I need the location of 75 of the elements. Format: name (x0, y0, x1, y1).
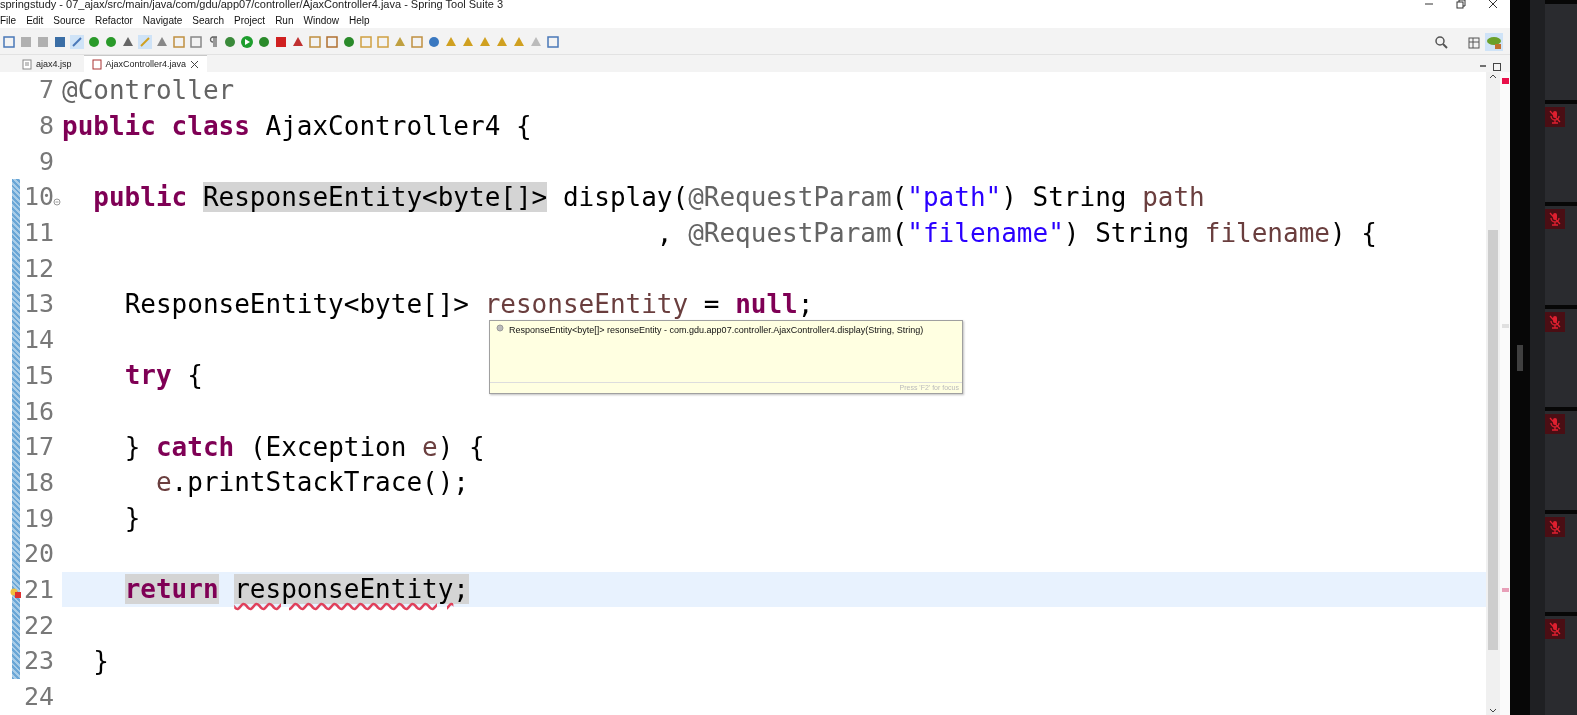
menu-item[interactable]: Navigate (137, 15, 188, 26)
video-tile[interactable] (1545, 103, 1577, 203)
line-number: 22 (22, 610, 54, 640)
stop-icon[interactable] (274, 35, 288, 49)
line-number: 24 (22, 682, 54, 712)
editor-tab[interactable]: ajax4.jsp (14, 55, 80, 72)
line-number: 8 (37, 111, 54, 141)
close-icon[interactable] (190, 59, 200, 69)
run-icon[interactable] (240, 35, 254, 49)
scroll-down-icon[interactable] (1488, 707, 1498, 715)
menu-item[interactable]: Search (187, 15, 229, 26)
code-line: } catch (Exception e) { (123, 430, 485, 464)
line-number: 7 (37, 75, 54, 105)
menu-item[interactable]: Edit (21, 15, 49, 26)
menu-item[interactable]: Help (344, 15, 375, 26)
menu-item[interactable]: Window (298, 15, 345, 26)
muted-microphone-icon[interactable] (1545, 311, 1565, 332)
variable-icon (496, 324, 504, 332)
line-number: 11 (22, 218, 54, 248)
menu-item[interactable]: Source (48, 15, 91, 26)
error-marker[interactable] (1501, 588, 1509, 592)
line-number: 21 (22, 574, 54, 604)
menu-item[interactable]: File (0, 15, 22, 26)
window-title: springstudy - 07_ajax/src/main/java/com/gdu/app07/controller/AjaxController4.java - Spring Tool Suite 3 (0, 0, 503, 11)
video-tile[interactable] (1545, 308, 1577, 408)
drag-handle-icon[interactable] (1517, 344, 1523, 371)
line-number: 10 (22, 182, 54, 212)
restore-icon[interactable] (1456, 0, 1466, 9)
editor-tab[interactable]: AjaxController4.java (83, 55, 208, 72)
collapse-icon[interactable] (53, 198, 61, 207)
muted-microphone-icon[interactable] (1545, 414, 1565, 435)
perspective-icon[interactable] (1468, 35, 1482, 49)
line-number: 9 (37, 146, 54, 176)
scroll-up-icon[interactable] (1488, 72, 1498, 80)
maximize-icon[interactable] (1492, 62, 1502, 72)
error-indicator[interactable] (1501, 78, 1509, 84)
scrollbar-thumb[interactable] (1488, 230, 1498, 650)
code-line: } (92, 644, 109, 678)
video-tile[interactable] (1545, 513, 1577, 613)
line-number: 15 (22, 360, 54, 390)
line-number: 16 (22, 396, 54, 426)
close-icon[interactable] (1488, 0, 1498, 9)
line-number: 19 (22, 503, 54, 533)
error-marker-icon (10, 586, 21, 598)
muted-microphone-icon[interactable] (1545, 516, 1565, 537)
line-number: 18 (22, 467, 54, 497)
video-tile[interactable] (1545, 616, 1577, 715)
line-number: 20 (22, 539, 54, 569)
code-line: @Controller (62, 73, 235, 107)
menu-item[interactable]: Refactor (90, 15, 138, 26)
code-line: , @RequestParam("filename") String filename) { (655, 216, 1377, 250)
code-line: try { (123, 359, 203, 393)
line-number: 14 (22, 325, 54, 355)
code-line: return responseEntity; (123, 573, 469, 607)
code-line: public class AjaxController4 { (62, 109, 532, 143)
code-line: } (123, 502, 141, 536)
video-tile[interactable] (1545, 4, 1577, 100)
code-line: e.printStackTrace(); (154, 466, 469, 500)
line-number: 23 (22, 646, 54, 676)
tooltip-text: ResponseEntity<byte[]> resonseEntity - com.gdu.app07.controller.AjaxController4.display(String, String) (509, 324, 924, 337)
leaf-icon[interactable] (1485, 33, 1503, 51)
menu-item[interactable]: Project (229, 15, 271, 26)
code-line: public ResponseEntity<byte[]> display(@RequestParam("path") String path (92, 180, 1205, 214)
muted-microphone-icon[interactable] (1545, 619, 1565, 640)
video-tile[interactable] (1545, 206, 1577, 305)
java-file-icon (91, 58, 102, 70)
muted-microphone-icon[interactable] (1545, 209, 1565, 230)
code-line: ResponseEntity<byte[]> resonseEntity = null; (123, 287, 814, 321)
line-number: 13 (22, 289, 54, 319)
line-number: 17 (22, 432, 54, 462)
search-icon[interactable] (1434, 35, 1448, 49)
video-tile[interactable] (1545, 411, 1577, 510)
line-number: 12 (22, 253, 54, 283)
muted-microphone-icon[interactable] (1545, 106, 1565, 127)
menu-item[interactable]: Run (270, 15, 299, 26)
